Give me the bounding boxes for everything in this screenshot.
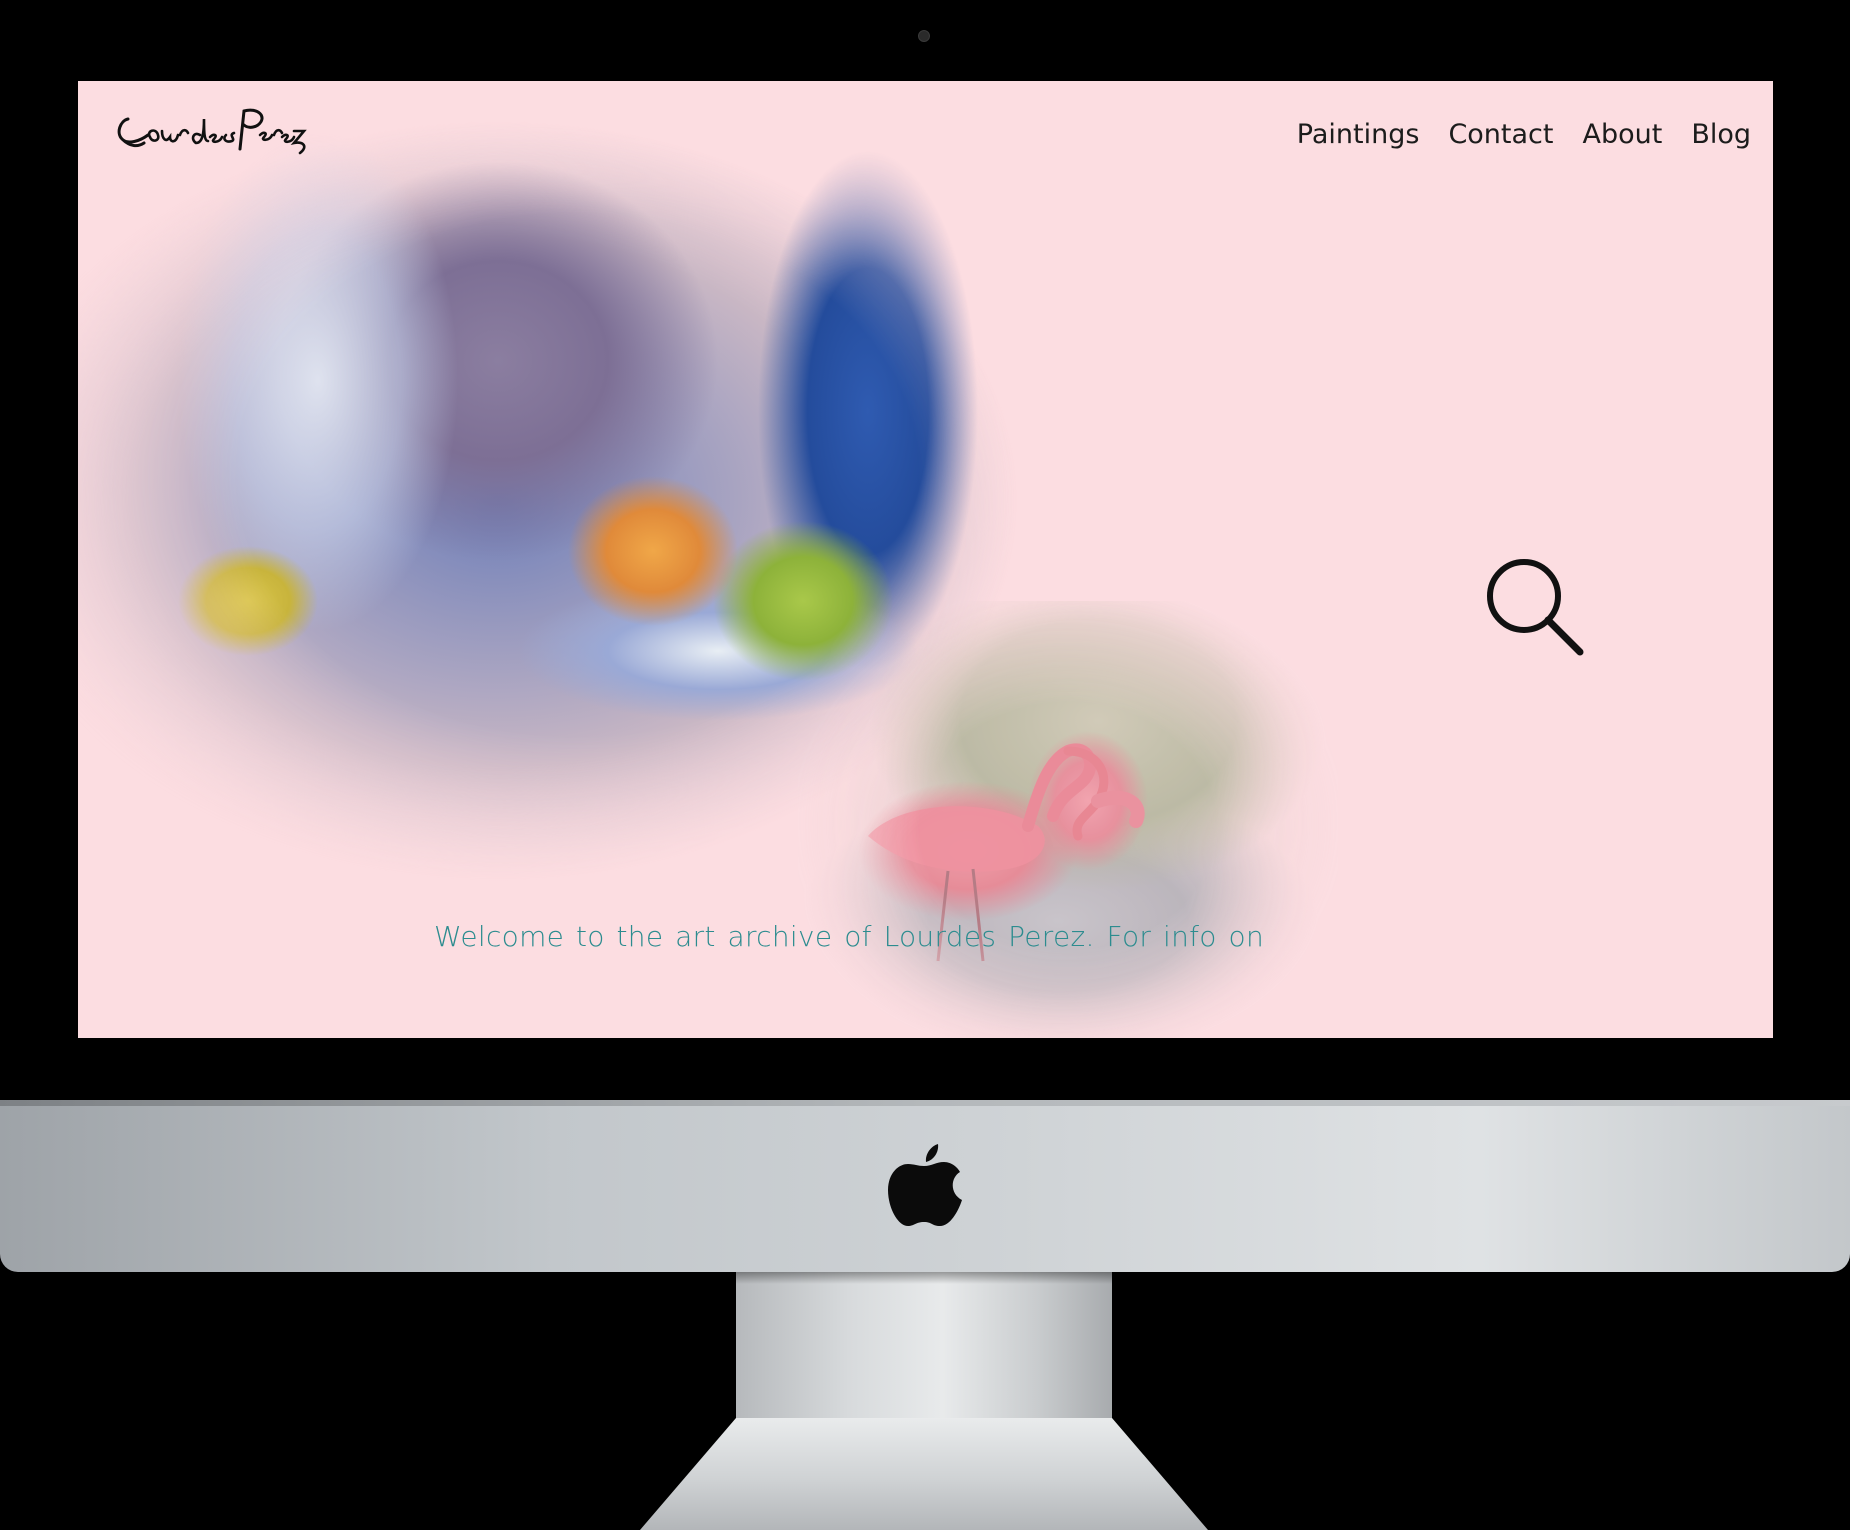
intro-text: Welcome to the art archive of Lourdes Pe…	[434, 920, 1264, 953]
nav-link-paintings[interactable]: Paintings	[1297, 111, 1420, 160]
nav-link-contact[interactable]: Contact	[1448, 111, 1553, 160]
stand-neck	[736, 1272, 1112, 1432]
camera-icon	[918, 30, 930, 42]
search-icon	[1487, 559, 1584, 656]
signature-logo	[117, 108, 307, 155]
chin-edge	[0, 1100, 1850, 1106]
flamingo-painting	[798, 601, 1338, 1038]
site-logo[interactable]	[108, 91, 308, 171]
apple-logo-shape	[888, 1144, 962, 1226]
main-nav: Paintings Contact About Blog	[1297, 111, 1751, 160]
stand-base	[640, 1418, 1208, 1530]
website-screen: Paintings Contact About Blog	[78, 81, 1773, 1038]
stand-shadow	[736, 1272, 1112, 1284]
flamingo-illustration	[868, 743, 1145, 962]
search-button[interactable]	[1482, 554, 1592, 664]
imac-device: Paintings Contact About Blog Welcome to …	[0, 0, 1850, 1530]
nav-link-blog[interactable]: Blog	[1691, 111, 1751, 160]
apple-logo-icon	[888, 1140, 962, 1228]
nav-link-about[interactable]: About	[1582, 111, 1662, 160]
